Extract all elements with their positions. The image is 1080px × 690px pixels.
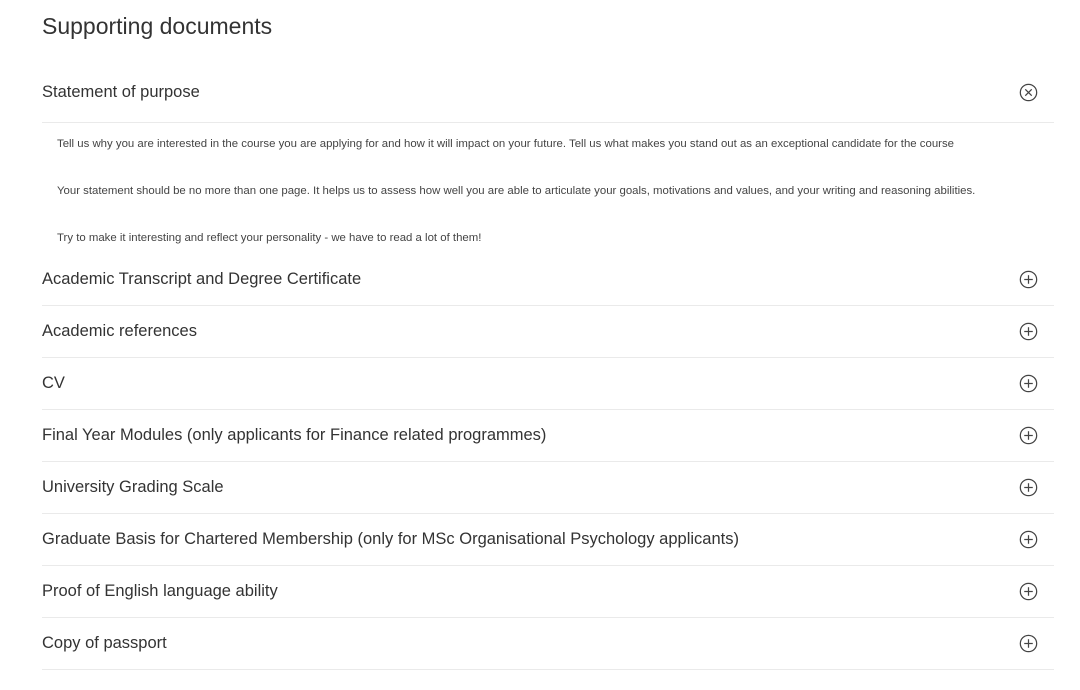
- accordion-item-statement-of-purpose: Statement of purpose Tell us why you are…: [42, 62, 1054, 254]
- accordion-header-copy-of-passport[interactable]: Copy of passport: [42, 618, 1054, 669]
- plus-circle-icon[interactable]: [1018, 582, 1038, 602]
- plus-circle-icon[interactable]: [1018, 270, 1038, 290]
- accordion-item: Academic Transcript and Degree Certifica…: [42, 254, 1054, 306]
- accordion-header-proof-of-english[interactable]: Proof of English language ability: [42, 566, 1054, 617]
- accordion-title: Graduate Basis for Chartered Membership …: [42, 530, 739, 548]
- accordion-item: University Grading Scale: [42, 462, 1054, 514]
- plus-circle-icon[interactable]: [1018, 634, 1038, 654]
- body-paragraph: Tell us why you are interested in the co…: [57, 138, 954, 150]
- plus-circle-icon[interactable]: [1018, 478, 1038, 498]
- accordion-header-cv[interactable]: CV: [42, 358, 1054, 409]
- accordion-body-statement-of-purpose: Tell us why you are interested in the co…: [42, 122, 1054, 254]
- plus-circle-icon[interactable]: [1018, 322, 1038, 342]
- accordion-header-statement-of-purpose[interactable]: Statement of purpose: [42, 62, 1054, 122]
- accordion-title: Final Year Modules (only applicants for …: [42, 426, 547, 444]
- accordion-item: Final Year Modules (only applicants for …: [42, 410, 1054, 462]
- accordion-title: Proof of English language ability: [42, 582, 278, 600]
- page-title: Supporting documents: [42, 13, 273, 39]
- accordion-header-graduate-basis[interactable]: Graduate Basis for Chartered Membership …: [42, 514, 1054, 565]
- plus-circle-icon[interactable]: [1018, 374, 1038, 394]
- accordion-title: University Grading Scale: [42, 478, 224, 496]
- accordion-header-academic-transcript[interactable]: Academic Transcript and Degree Certifica…: [42, 254, 1054, 305]
- accordion-item: CV: [42, 358, 1054, 410]
- body-paragraph: Try to make it interesting and reflect y…: [57, 232, 482, 244]
- close-circle-icon[interactable]: [1018, 82, 1038, 102]
- accordion-title: Academic references: [42, 322, 197, 340]
- accordion-item: Copy of passport: [42, 618, 1054, 670]
- plus-circle-icon[interactable]: [1018, 530, 1038, 550]
- documents-accordion: Statement of purpose Tell us why you are…: [42, 62, 1054, 670]
- accordion-item: Graduate Basis for Chartered Membership …: [42, 514, 1054, 566]
- accordion-header-academic-references[interactable]: Academic references: [42, 306, 1054, 357]
- body-paragraph: Your statement should be no more than on…: [57, 185, 976, 197]
- plus-circle-icon[interactable]: [1018, 426, 1038, 446]
- supporting-documents-section: Supporting documents Statement of purpos…: [42, 0, 1054, 670]
- accordion-title: Academic Transcript and Degree Certifica…: [42, 270, 362, 288]
- accordion-header-final-year-modules[interactable]: Final Year Modules (only applicants for …: [42, 410, 1054, 461]
- accordion-title: Copy of passport: [42, 634, 167, 652]
- accordion-title: Statement of purpose: [42, 82, 200, 101]
- accordion-title: CV: [42, 374, 65, 392]
- accordion-item: Academic references: [42, 306, 1054, 358]
- accordion-header-university-grading-scale[interactable]: University Grading Scale: [42, 462, 1054, 513]
- accordion-item: Proof of English language ability: [42, 566, 1054, 618]
